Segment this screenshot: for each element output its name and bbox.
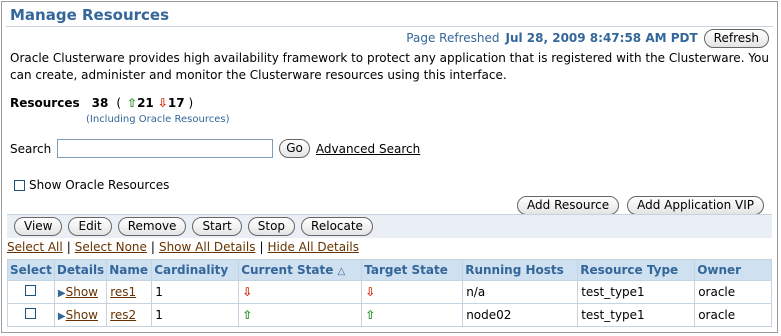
cardinality-cell: 1 [151, 280, 240, 304]
remove-button[interactable]: Remove [117, 217, 187, 236]
target-state-cell: ⇩ [361, 280, 464, 304]
search-area: Search Go Advanced Search [10, 139, 420, 158]
table-row: ▶Show res1 1 ⇩ ⇩ n/a test_type1 oracle [7, 280, 772, 304]
up-state-icon: ⇧ [365, 308, 376, 322]
row-select-cell [7, 280, 55, 304]
show-oracle-resources[interactable]: Show Oracle Resources [14, 178, 169, 192]
up-state-icon: ⇧ [242, 308, 253, 322]
separator: | [259, 240, 264, 254]
title-divider [6, 26, 773, 27]
edit-button[interactable]: Edit [68, 217, 112, 236]
manage-resources-panel: Manage Resources Page Refreshed Jul 28, … [1, 1, 778, 333]
current-state-cell: ⇧ [238, 303, 363, 327]
col-running-hosts[interactable]: Running Hosts [462, 259, 579, 281]
col-current-state-label: Current State [241, 263, 334, 277]
resource-type-cell: test_type1 [577, 280, 696, 304]
running-hosts-value: n/a [466, 285, 486, 299]
add-resource-button[interactable]: Add Resource [517, 196, 620, 215]
add-application-vip-button[interactable]: Add Application VIP [627, 196, 764, 215]
go-button[interactable]: Go [279, 139, 310, 158]
resources-label: Resources [10, 96, 80, 110]
refreshed-timestamp: Jul 28, 2009 8:47:58 AM PDT [505, 31, 698, 45]
show-all-details-link[interactable]: Show All Details [159, 240, 256, 254]
refresh-button[interactable]: Refresh [703, 28, 769, 48]
name-cell: res1 [106, 280, 153, 304]
cardinality-cell: 1 [151, 303, 240, 327]
start-button[interactable]: Start [192, 217, 242, 236]
table-header-row: Select Details Name Cardinality Current … [7, 259, 772, 281]
show-oracle-label: Show Oracle Resources [29, 178, 170, 192]
resource-name-link[interactable]: res2 [110, 308, 136, 322]
refresh-bar: Page Refreshed Jul 28, 2009 8:47:58 AM P… [406, 28, 769, 48]
selection-links: Select All | Select None | Show All Deta… [7, 240, 359, 254]
resource-type-cell: test_type1 [577, 303, 696, 327]
col-owner[interactable]: Owner [694, 259, 772, 281]
separator: | [66, 240, 71, 254]
running-hosts-cell: n/a [462, 280, 579, 304]
running-hosts-cell: node02 [462, 303, 579, 327]
select-all-link[interactable]: Select All [7, 240, 63, 254]
details-cell: ▶Show [53, 303, 108, 327]
running-hosts-value: node02 [466, 308, 512, 322]
resources-summary: Resources 38 ( ⇧ 21 ⇩ 17 ) [10, 96, 193, 110]
row-select-cell [7, 303, 55, 327]
action-toolbar: View Edit Remove Start Stop Relocate [7, 214, 772, 238]
expand-triangle-icon[interactable]: ▶ [58, 288, 66, 299]
details-cell: ▶Show [53, 280, 108, 304]
show-details-link[interactable]: Show [66, 308, 98, 322]
owner-cell: oracle [694, 280, 772, 304]
close-paren: ) [188, 96, 194, 110]
row-select-checkbox[interactable] [25, 285, 37, 296]
col-resource-type[interactable]: Resource Type [577, 259, 696, 281]
col-current-state[interactable]: Current State △ [238, 259, 363, 281]
hide-all-details-link[interactable]: Hide All Details [268, 240, 359, 254]
stop-button[interactable]: Stop [247, 217, 296, 236]
page-description: Oracle Clusterware provides high availab… [10, 51, 769, 82]
col-target-state[interactable]: Target State [361, 259, 464, 281]
select-none-link[interactable]: Select None [75, 240, 147, 254]
expand-triangle-icon[interactable]: ▶ [58, 311, 66, 322]
relocate-button[interactable]: Relocate [301, 217, 373, 236]
separator: | [150, 240, 155, 254]
name-cell: res2 [106, 303, 153, 327]
sort-ascending-icon[interactable]: △ [338, 266, 346, 277]
down-state-icon: ⇩ [365, 285, 376, 299]
target-state-cell: ⇧ [361, 303, 464, 327]
show-oracle-checkbox[interactable] [14, 179, 25, 191]
search-input[interactable] [57, 139, 274, 158]
down-arrow-icon: ⇩ [157, 96, 168, 110]
resources-total: 38 [91, 96, 109, 110]
col-details: Details [53, 259, 108, 281]
open-paren: ( [116, 96, 122, 110]
row-select-checkbox[interactable] [25, 308, 37, 319]
search-label: Search [10, 141, 52, 156]
add-buttons: Add Resource Add Application VIP [517, 196, 764, 215]
show-details-link[interactable]: Show [66, 285, 98, 299]
col-select: Select [7, 259, 55, 281]
resources-down-count: 17 [167, 96, 185, 110]
col-cardinality[interactable]: Cardinality [151, 259, 240, 281]
view-button[interactable]: View [14, 217, 63, 236]
resources-up-count: 21 [137, 96, 154, 110]
advanced-search-link[interactable]: Advanced Search [316, 142, 420, 156]
resources-table: Select Details Name Cardinality Current … [7, 259, 772, 327]
resources-note: (Including Oracle Resources) [86, 114, 230, 125]
resource-name-link[interactable]: res1 [110, 285, 136, 299]
down-state-icon: ⇩ [242, 285, 253, 299]
col-name[interactable]: Name [106, 259, 153, 281]
current-state-cell: ⇩ [238, 280, 363, 304]
refreshed-label: Page Refreshed [406, 31, 500, 45]
up-arrow-icon: ⇧ [127, 96, 138, 110]
page-title: Manage Resources [10, 6, 170, 24]
owner-cell: oracle [694, 303, 772, 327]
table-row: ▶Show res2 1 ⇧ ⇧ node02 test_type1 oracl… [7, 303, 772, 327]
